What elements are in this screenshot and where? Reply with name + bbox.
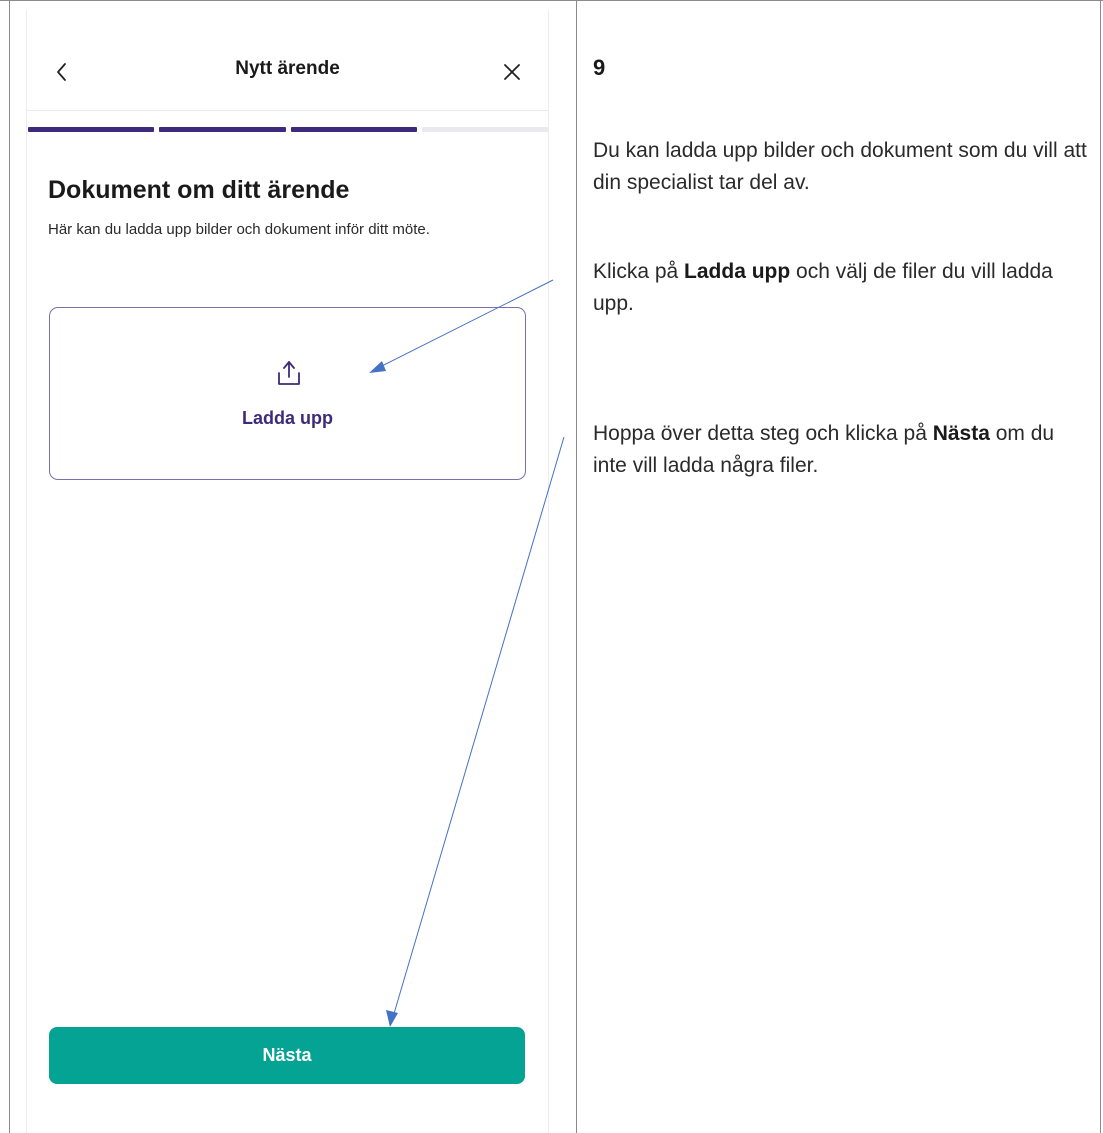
instruction-3-text-before: Hoppa över detta steg och klicka på [593, 422, 933, 445]
instruction-paragraph-2: Klicka på Ladda upp och välj de filer du… [593, 256, 1088, 320]
instruction-2-text-before: Klicka på [593, 260, 685, 283]
table-border-left [9, 0, 10, 1133]
step-number: 9 [593, 55, 606, 80]
section-description: Här kan du ladda upp bilder och dokument… [48, 221, 430, 238]
table-border-right [1100, 0, 1101, 1133]
table-border-middle [576, 0, 577, 1133]
progress-segment-2 [159, 127, 286, 132]
table-border-top [0, 0, 1103, 1]
progress-segment-1 [28, 127, 154, 132]
header-divider [27, 110, 548, 111]
instruction-2-bold: Ladda upp [684, 260, 791, 283]
progress-bar [28, 127, 548, 132]
upload-button[interactable]: Ladda upp [49, 307, 526, 480]
progress-segment-3 [291, 127, 417, 132]
instruction-paragraph-3: Hoppa över detta steg och klicka på Näst… [593, 418, 1088, 482]
page-title: Nytt ärende [235, 58, 340, 79]
phone-screen: Nytt ärende Dokument om ditt ärende Här … [26, 10, 549, 1133]
progress-segment-4 [422, 127, 548, 132]
close-button[interactable] [494, 54, 530, 90]
instruction-3-bold: Nästa [932, 422, 990, 445]
upload-icon [278, 361, 300, 385]
next-button[interactable]: Nästa [49, 1027, 525, 1084]
upload-label: Ladda upp [242, 408, 333, 428]
instruction-paragraph-1: Du kan ladda upp bilder och dokument som… [593, 139, 1087, 194]
close-icon [504, 64, 520, 80]
section-title: Dokument om ditt ärende [48, 176, 350, 204]
